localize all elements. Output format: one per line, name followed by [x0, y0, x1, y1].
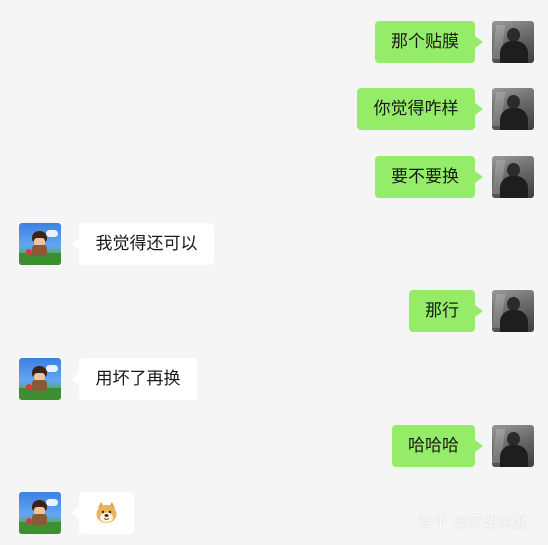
chat-message: 你觉得咋样: [0, 88, 548, 130]
me-avatar-icon[interactable]: [492, 156, 534, 198]
message-bubble[interactable]: 用坏了再换: [71, 358, 197, 400]
message-text: 我觉得还可以: [95, 233, 198, 254]
sticker-bubble[interactable]: [71, 492, 134, 534]
message-text: 要不要换: [391, 166, 459, 187]
message-bubble[interactable]: 那个贴膜: [375, 21, 483, 63]
chat-message: 用坏了再换: [0, 358, 548, 400]
friend-avatar-icon[interactable]: [19, 492, 61, 534]
message-bubble[interactable]: 哈哈哈: [392, 425, 483, 467]
message-text: 哈哈哈: [408, 435, 459, 456]
chat-message: 那个贴膜: [0, 21, 548, 63]
friend-avatar-icon[interactable]: [19, 358, 61, 400]
me-avatar-icon[interactable]: [492, 21, 534, 63]
message-bubble[interactable]: 要不要换: [375, 156, 483, 198]
chat-message: 那行: [0, 290, 548, 332]
me-avatar-icon[interactable]: [492, 425, 534, 467]
watermark-text: 知乎 @回望风逝: [418, 513, 528, 531]
me-avatar-icon[interactable]: [492, 290, 534, 332]
me-avatar-icon[interactable]: [492, 88, 534, 130]
message-text: 那行: [425, 300, 459, 321]
chat-window: 那个贴膜 你觉得咋样 要不要换 我觉得还可以 那行 用坏了再换 哈哈哈 知乎 @…: [0, 0, 548, 545]
chat-message: 要不要换: [0, 156, 548, 198]
friend-avatar-icon[interactable]: [19, 223, 61, 265]
message-bubble[interactable]: 你觉得咋样: [357, 88, 483, 130]
chat-message: 哈哈哈: [0, 425, 548, 467]
doge-emoji-icon: [93, 500, 120, 526]
message-text: 你觉得咋样: [373, 98, 459, 119]
chat-message: 我觉得还可以: [0, 223, 548, 265]
message-bubble[interactable]: 我觉得还可以: [71, 223, 214, 265]
message-text: 用坏了再换: [95, 368, 181, 389]
message-bubble[interactable]: 那行: [409, 290, 483, 332]
message-text: 那个贴膜: [391, 31, 459, 52]
